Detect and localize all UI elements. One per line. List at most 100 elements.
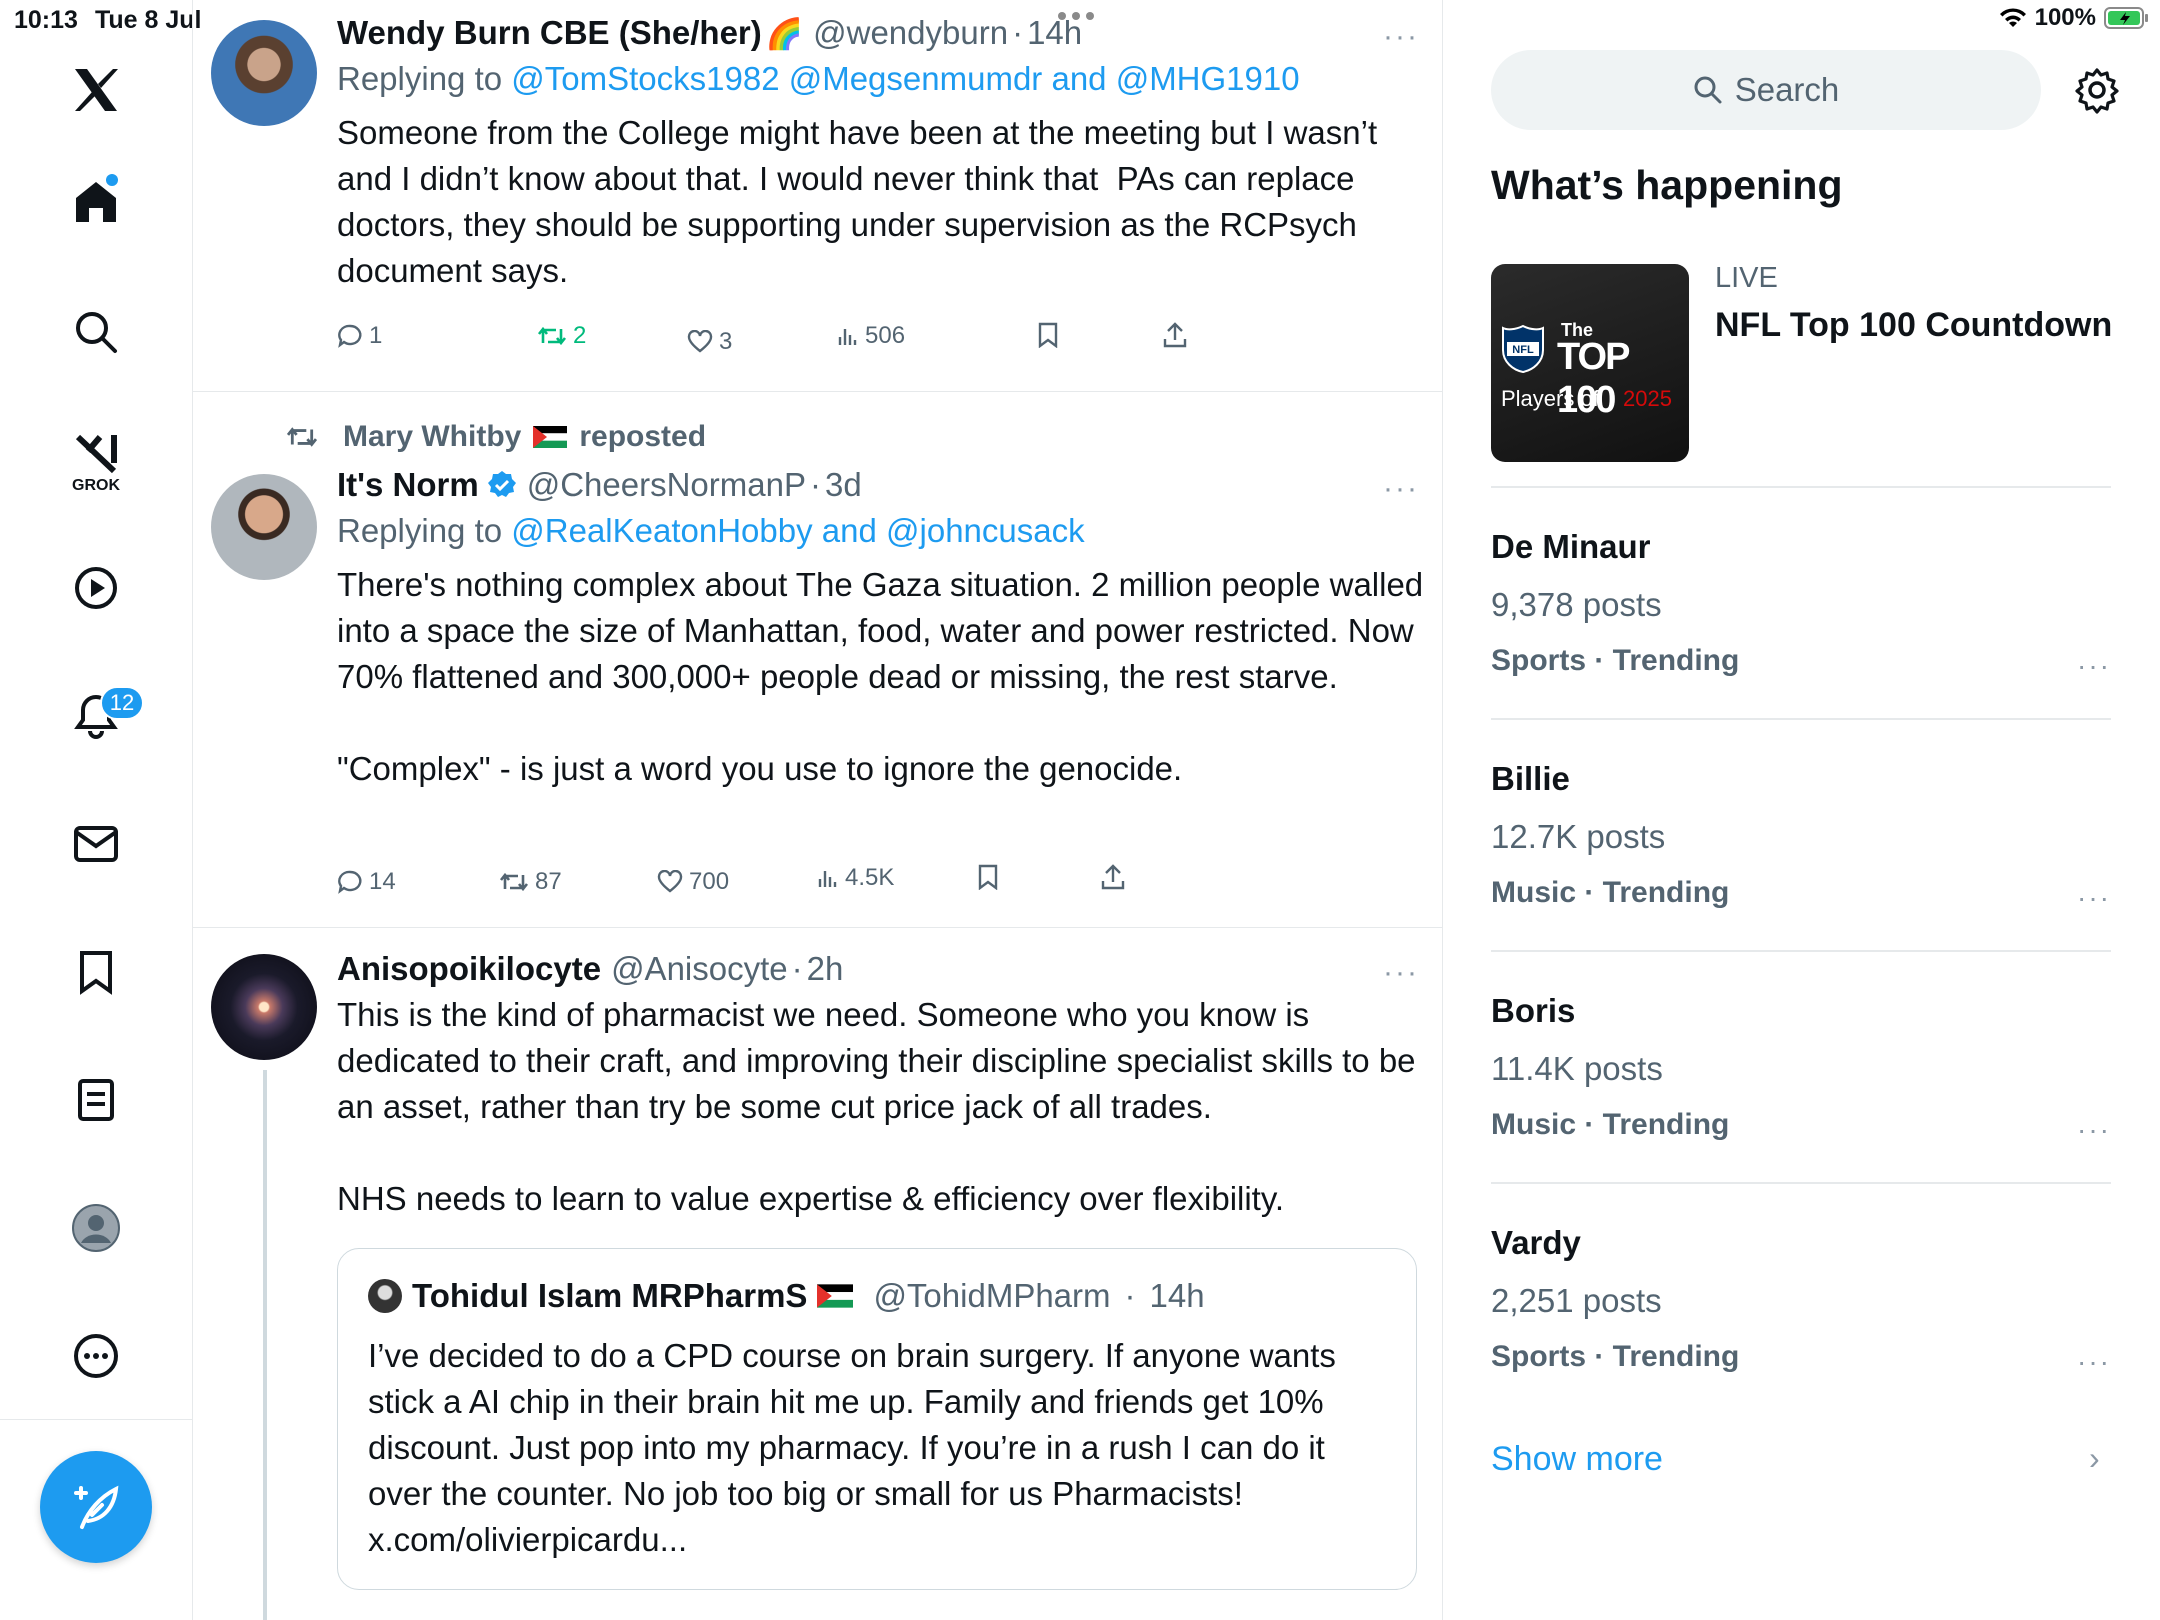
compose-button[interactable] — [40, 1451, 152, 1563]
bookmark-button[interactable] — [1037, 322, 1059, 348]
grok-icon[interactable]: GROK — [70, 428, 122, 498]
replying-to-users[interactable]: @RealKeatonHobby and @johncusack — [511, 512, 1084, 549]
quote-avatar[interactable] — [368, 1279, 402, 1313]
tweet-card[interactable]: Mary Whitby reposted It's Norm @CheersNo… — [193, 392, 1442, 928]
trend-more-icon[interactable]: ··· — [2077, 1346, 2111, 1378]
author-handle[interactable]: @Anisocyte — [611, 950, 788, 988]
separator-dot: · — [1012, 14, 1024, 51]
trend-posts: 11.4K posts — [1491, 1050, 1663, 1087]
separator-dot: · — [791, 950, 803, 987]
replying-to-users[interactable]: @TomStocks1982 @Megsenmumdr and @MHG1910 — [511, 60, 1299, 97]
views-icon — [838, 329, 857, 345]
search-input[interactable]: Search — [1491, 50, 2041, 130]
tweet-card[interactable]: Wendy Burn CBE (She/her) 🌈 @wendyburn · … — [193, 0, 1442, 392]
trend-item[interactable]: Boris 11.4K posts Music · Trending ··· — [1491, 992, 2111, 1145]
search-icon[interactable] — [70, 306, 122, 358]
tweet-time[interactable]: 3d — [825, 466, 862, 504]
bookmark-button[interactable] — [977, 864, 999, 890]
share-button[interactable] — [1101, 864, 1125, 890]
chevron-right-icon[interactable]: › — [2089, 1440, 2100, 1477]
search-placeholder: Search — [1734, 71, 1840, 108]
quote-author-name[interactable]: Tohidul Islam MRPharmS — [412, 1277, 807, 1315]
repost-button[interactable]: 2 — [537, 322, 586, 350]
trend-item[interactable]: Vardy 2,251 posts Sports · Trending ··· — [1491, 1224, 2111, 1377]
author-name[interactable]: Anisopoikilocyte — [337, 950, 601, 988]
tweet-actions: 14 87 700 4.5K — [337, 864, 1337, 908]
views-icon — [818, 871, 837, 887]
share-button[interactable] — [1163, 322, 1187, 348]
like-button[interactable]: 3 — [687, 328, 732, 356]
reply-count: 14 — [369, 868, 396, 895]
repost-icon — [537, 326, 567, 346]
views-button[interactable]: 506 — [837, 322, 905, 350]
trend-name: Vardy — [1491, 1224, 1581, 1261]
video-icon[interactable] — [70, 562, 122, 614]
reposted-by[interactable]: Mary Whitby — [343, 420, 521, 454]
whats-happening-title: What’s happening — [1491, 162, 1843, 208]
heart-icon — [687, 330, 713, 353]
divider — [1491, 486, 2111, 488]
trend-item[interactable]: Billie 12.7K posts Music · Trending ··· — [1491, 760, 2111, 913]
show-more-link[interactable]: Show more — [1491, 1440, 1663, 1479]
more-options-icon[interactable]: ··· — [1383, 956, 1419, 990]
views-button[interactable]: 4.5K — [817, 864, 894, 892]
lists-icon[interactable] — [70, 1074, 122, 1126]
rainbow-emoji: 🌈 — [765, 18, 804, 51]
divider — [1491, 1182, 2111, 1184]
tweet-card[interactable]: Anisopoikilocyte @Anisocyte · 2h This is… — [193, 928, 1442, 1620]
thread-line — [263, 1070, 267, 1620]
quote-author-handle[interactable]: @TohidMPharm — [873, 1277, 1110, 1315]
bookmark-icon — [978, 864, 998, 890]
repost-count: 87 — [535, 868, 562, 895]
profile-icon[interactable] — [70, 1202, 122, 1254]
avatar[interactable] — [211, 474, 317, 580]
compose-feather-icon — [74, 1485, 119, 1529]
replying-to: Replying to @TomStocks1982 @Megsenmumdr … — [337, 60, 1425, 98]
trend-posts: 9,378 posts — [1491, 586, 1662, 623]
trend-category: Sports · Trending — [1491, 1340, 1740, 1373]
quoted-tweet[interactable]: Tohidul Islam MRPharmS @TohidMPharm · 14… — [337, 1248, 1417, 1590]
verified-badge-icon — [487, 471, 516, 497]
messages-icon[interactable] — [70, 818, 122, 870]
tweet-time[interactable]: 14h — [1027, 14, 1082, 52]
author-handle[interactable]: @wendyburn — [813, 14, 1008, 52]
gear-icon[interactable] — [2073, 66, 2121, 114]
live-image-players: Players of — [1501, 386, 1599, 411]
quote-time: 14h — [1149, 1277, 1205, 1314]
author-handle[interactable]: @CheersNormanP — [527, 466, 806, 504]
replying-to: Replying to @RealKeatonHobby and @johncu… — [337, 512, 1425, 550]
reply-button[interactable]: 14 — [337, 868, 396, 896]
tweet-time[interactable]: 2h — [807, 950, 844, 988]
reply-button[interactable]: 1 — [337, 322, 382, 350]
repost-icon — [499, 872, 529, 892]
more-icon[interactable] — [70, 1330, 122, 1382]
trend-more-icon[interactable]: ··· — [2077, 650, 2111, 682]
trend-name: De Minaur — [1491, 528, 1651, 565]
author-name[interactable]: It's Norm — [337, 466, 479, 504]
author-name[interactable]: Wendy Burn CBE (She/her) — [337, 14, 762, 52]
trend-more-icon[interactable]: ··· — [2077, 882, 2111, 914]
trend-item[interactable]: De Minaur 9,378 posts Sports · Trending … — [1491, 528, 2111, 681]
live-event-title[interactable]: NFL Top 100 Countdown — [1715, 306, 2112, 345]
trend-more-icon[interactable]: ··· — [2077, 1114, 2111, 1146]
repost-context: Mary Whitby reposted — [285, 420, 706, 454]
repost-count: 2 — [573, 322, 587, 349]
separator-dot: · — [1124, 1277, 1136, 1314]
live-event-image[interactable]: NFL The TOP 100 Players of 2025 — [1491, 264, 1689, 462]
timeline[interactable]: Wendy Burn CBE (She/her) 🌈 @wendyburn · … — [193, 0, 1443, 1620]
more-options-icon[interactable]: ··· — [1383, 472, 1419, 506]
heart-icon — [657, 870, 683, 893]
more-options-icon[interactable]: ··· — [1383, 20, 1419, 54]
avatar[interactable] — [211, 20, 317, 126]
repost-button[interactable]: 87 — [499, 868, 562, 896]
like-button[interactable]: 700 — [657, 868, 729, 896]
like-count: 3 — [719, 328, 733, 355]
separator-dot: · — [809, 466, 821, 503]
x-logo-icon[interactable] — [70, 64, 122, 116]
notifications-badge: 12 — [100, 686, 144, 720]
trend-category: Music · Trending — [1491, 1108, 1730, 1141]
quote-text: I’ve decided to do a CPD course on brain… — [368, 1337, 1336, 1558]
bookmarks-icon[interactable] — [70, 946, 122, 998]
avatar[interactable] — [211, 954, 317, 1060]
bookmark-icon — [1038, 322, 1058, 348]
